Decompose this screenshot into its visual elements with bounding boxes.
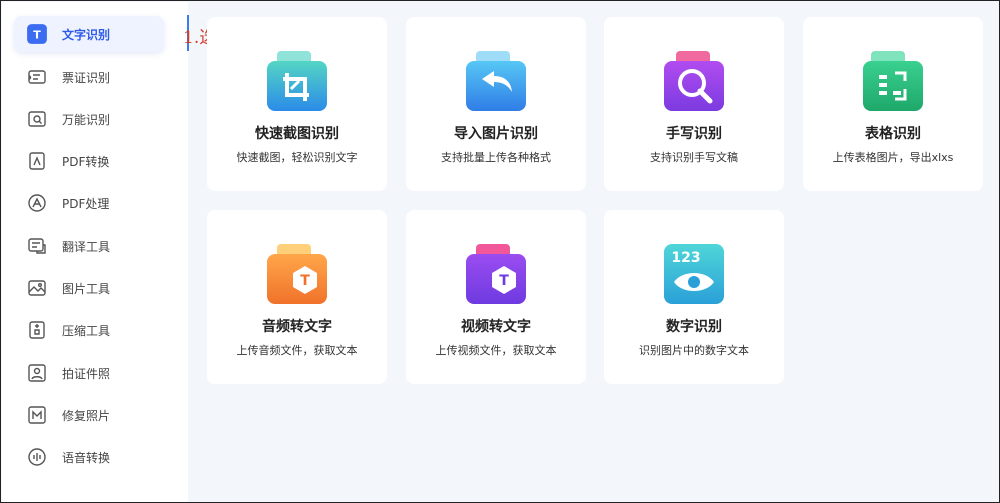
sidebar-item-text-recognition[interactable]: T 文字识别 xyxy=(14,16,164,52)
sidebar-item-label: 压缩工具 xyxy=(62,323,111,338)
ticket-icon xyxy=(26,66,48,88)
svg-text:T: T xyxy=(499,273,509,289)
card-description: 上传视频文件，获取文本 xyxy=(435,344,557,357)
sidebar-item-label: 文字识别 xyxy=(62,27,111,42)
sidebar: T 文字识别 票证识别 万能识别 PDF转换 PDF处理 翻译工具 图片工具 压… xyxy=(2,2,188,502)
screenshot-crop-icon xyxy=(267,51,327,111)
svg-text:T: T xyxy=(300,273,310,289)
import-image-icon xyxy=(466,51,526,111)
text-recognition-icon: T xyxy=(26,23,48,45)
card-table-recognition[interactable]: 表格识别 上传表格图片，导出xlxs xyxy=(803,17,983,191)
sidebar-item-label: 万能识别 xyxy=(62,112,111,127)
card-description: 上传表格图片，导出xlxs xyxy=(832,151,954,164)
card-title: 表格识别 xyxy=(865,126,921,142)
sidebar-item-label: 修复照片 xyxy=(62,408,111,423)
card-description: 支持识别手写文稿 xyxy=(650,151,738,164)
sidebar-item-image-tool[interactable]: 图片工具 xyxy=(14,270,164,306)
number-recognition-icon: 123 xyxy=(664,244,724,304)
sidebar-item-repair-photo[interactable]: 修复照片 xyxy=(14,397,164,433)
sidebar-item-label: PDF处理 xyxy=(62,196,110,211)
translate-icon xyxy=(26,235,48,257)
voice-convert-icon xyxy=(26,446,48,468)
card-title: 视频转文字 xyxy=(461,319,531,335)
card-title: 导入图片识别 xyxy=(454,126,538,142)
sidebar-item-label: 拍证件照 xyxy=(62,366,111,381)
card-audio-to-text[interactable]: T 音频转文字 上传音频文件，获取文本 xyxy=(207,210,387,384)
handwriting-icon xyxy=(664,51,724,111)
card-video-to-text[interactable]: T 视频转文字 上传视频文件，获取文本 xyxy=(406,210,586,384)
universal-scan-icon xyxy=(26,108,48,130)
card-title: 数字识别 xyxy=(666,319,722,335)
sidebar-item-label: PDF转换 xyxy=(62,154,110,169)
sidebar-item-id-photo[interactable]: 拍证件照 xyxy=(14,355,164,391)
table-icon xyxy=(863,51,923,111)
svg-text:T: T xyxy=(33,28,41,41)
audio-to-text-icon: T xyxy=(267,244,327,304)
sidebar-item-label: 票证识别 xyxy=(62,70,111,85)
sidebar-item-universal-recognition[interactable]: 万能识别 xyxy=(14,101,164,137)
card-import-image-recognition[interactable]: 导入图片识别 支持批量上传各种格式 xyxy=(406,17,586,191)
repair-photo-icon xyxy=(26,404,48,426)
sidebar-item-label: 语音转换 xyxy=(62,450,111,465)
card-description: 上传音频文件，获取文本 xyxy=(236,344,358,357)
image-tool-icon xyxy=(26,277,48,299)
sidebar-item-ticket-recognition[interactable]: 票证识别 xyxy=(14,59,164,95)
compress-icon xyxy=(26,319,48,341)
card-description: 支持批量上传各种格式 xyxy=(441,151,551,164)
svg-text:123: 123 xyxy=(671,250,700,266)
sidebar-item-pdf-convert[interactable]: PDF转换 xyxy=(14,143,164,179)
pdf-convert-icon xyxy=(26,150,48,172)
sidebar-item-compress[interactable]: 压缩工具 xyxy=(14,312,164,348)
card-number-recognition[interactable]: 123 数字识别 识别图片中的数字文本 xyxy=(604,210,784,384)
sidebar-item-voice-convert[interactable]: 语音转换 xyxy=(14,439,164,475)
card-handwriting-recognition[interactable]: 手写识别 支持识别手写文稿 xyxy=(604,17,784,191)
card-description: 识别图片中的数字文本 xyxy=(639,344,749,357)
video-to-text-icon: T xyxy=(466,244,526,304)
card-title: 音频转文字 xyxy=(262,319,332,335)
card-description: 快速截图，轻松识别文字 xyxy=(236,151,358,164)
card-title: 手写识别 xyxy=(666,126,722,142)
pdf-process-icon xyxy=(26,192,48,214)
card-screenshot-recognition[interactable]: 快速截图识别 快速截图，轻松识别文字 xyxy=(207,17,387,191)
sidebar-item-label: 图片工具 xyxy=(62,281,111,296)
sidebar-item-translate[interactable]: 翻译工具 xyxy=(14,228,164,264)
sidebar-item-pdf-process[interactable]: PDF处理 xyxy=(14,185,164,221)
sidebar-item-label: 翻译工具 xyxy=(62,239,111,254)
id-photo-icon xyxy=(26,362,48,384)
card-title: 快速截图识别 xyxy=(255,126,339,142)
